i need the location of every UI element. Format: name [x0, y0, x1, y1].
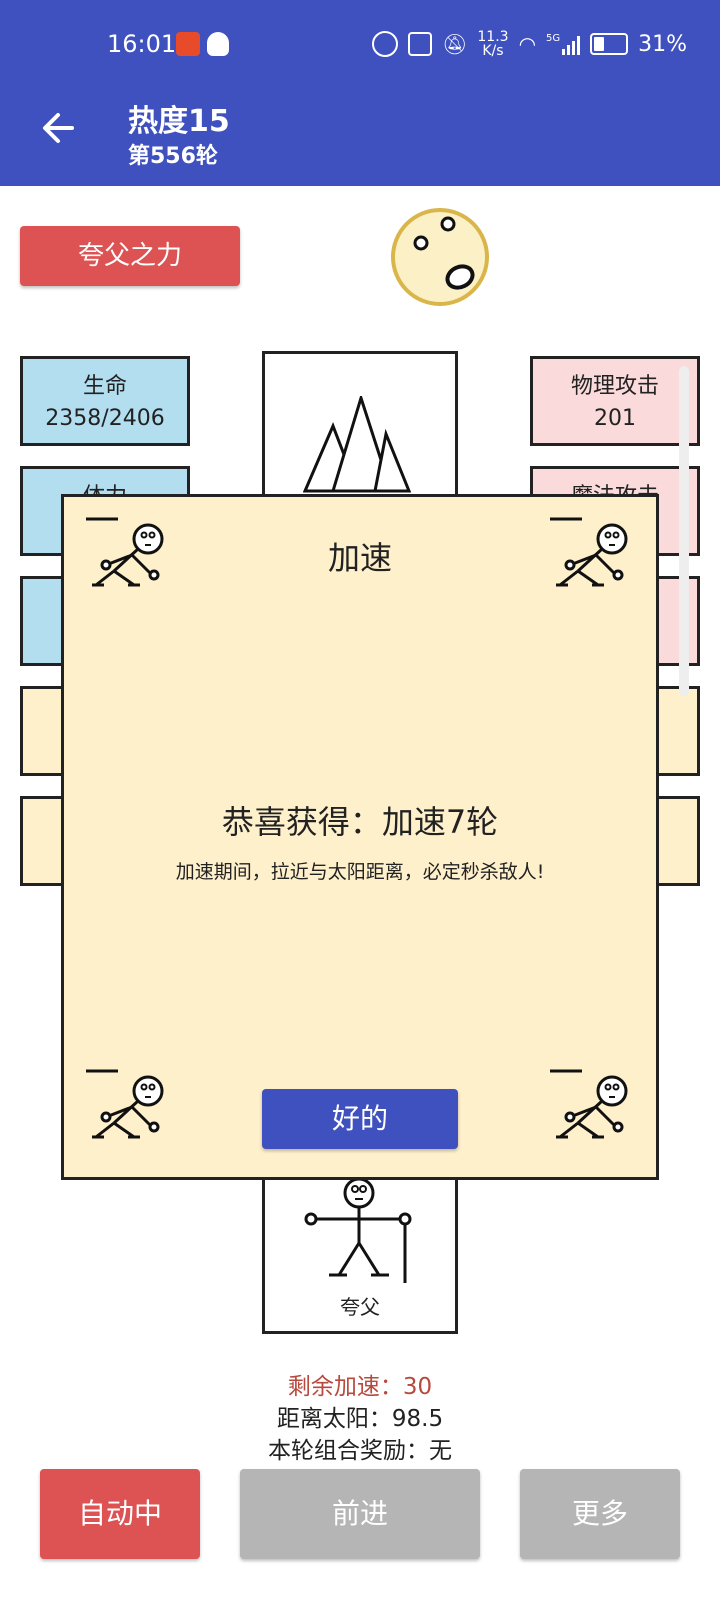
wifi-icon: ◠ [518, 32, 537, 56]
stat-value: 201 [594, 406, 636, 431]
round-number: 第556轮 [128, 144, 218, 169]
ok-button[interactable]: 好的 [262, 1089, 458, 1149]
player-name: 夸父 [340, 1295, 380, 1319]
network-speed: 11.3 K/s [477, 29, 509, 59]
auto-button[interactable]: 自动中 [40, 1469, 200, 1559]
enemy-card[interactable] [262, 351, 458, 501]
scrollbar[interactable] [679, 366, 689, 696]
stat-value: 2358/2406 [45, 406, 165, 431]
kuafu-figure-icon [304, 1177, 412, 1283]
dialog-reward-text: 恭喜获得：加速7轮 [221, 803, 499, 841]
stat-label: 物理攻击 [570, 374, 659, 399]
mountain-icon [303, 396, 412, 493]
forward-button[interactable]: 前进 [240, 1469, 480, 1559]
runner-figure-icon [550, 1069, 628, 1139]
stat-label: 生命 [82, 374, 127, 399]
page-title: 热度15 [128, 104, 230, 139]
qq-icon [207, 32, 229, 56]
arrow-left-icon [43, 113, 74, 143]
nfc-icon [408, 32, 432, 56]
dialog-title: 加速 [327, 539, 392, 577]
more-button[interactable]: 更多 [520, 1469, 680, 1559]
status-icons: 🔕︎ 11.3 K/s ◠ 5G 31% [372, 30, 687, 58]
battery-level: 31% [638, 31, 688, 57]
signal-icon: 5G [546, 33, 581, 55]
app-notification-icon [176, 32, 200, 56]
stat-physical-attack: 物理攻击 201 [530, 356, 700, 446]
player-card[interactable]: 夸父 [262, 1168, 458, 1334]
kuafu-power-button[interactable]: 夸父之力 [20, 226, 240, 286]
status-time: 16:01 [107, 30, 177, 58]
dialog-description: 加速期间，拉近与太阳距离，必定秒杀敌人! [175, 861, 545, 883]
speedup-dialog: 加速 恭喜获得：加速7轮 加速期间，拉近与太阳距离，必定秒杀敌人! 好的 [61, 494, 659, 1180]
distance-to-sun: 距离太阳：98.5 [276, 1406, 444, 1432]
remaining-speedup: 剩余加速：30 [287, 1374, 433, 1400]
back-button[interactable] [40, 110, 76, 150]
mute-icon: 🔕︎ [442, 32, 468, 56]
app-bar: 16:01 🔕︎ 11.3 K/s ◠ 5G 31% 热度15 第556轮 [0, 0, 720, 186]
hd-icon [372, 31, 398, 57]
battery-icon [590, 33, 629, 55]
runner-figure-icon [86, 1069, 164, 1139]
sun-icon [390, 207, 490, 311]
combo-reward: 本轮组合奖励：无 [268, 1438, 452, 1464]
stat-hp: 生命 2358/2406 [20, 356, 190, 446]
